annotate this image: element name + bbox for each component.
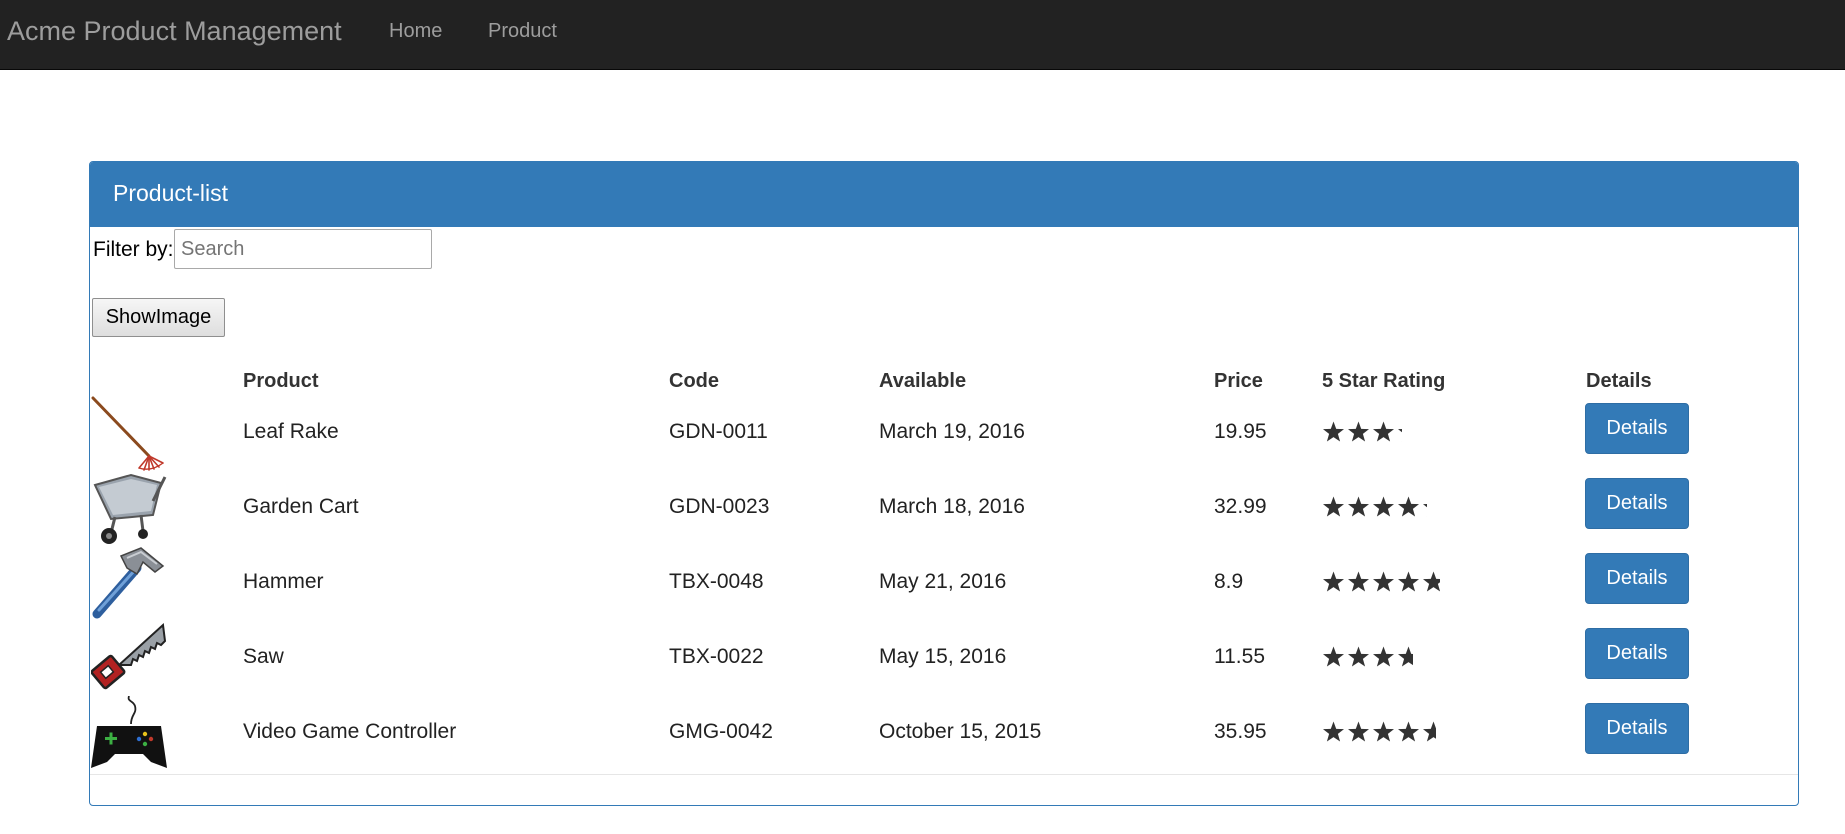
star-icon [1347, 645, 1370, 669]
product-price: 19.95 [1214, 420, 1267, 443]
column-header-available[interactable]: Available [879, 370, 966, 393]
garden-cart-image [93, 473, 167, 544]
star-icon [1397, 570, 1420, 594]
product-available: March 18, 2016 [879, 495, 1025, 518]
product-name: Leaf Rake [243, 420, 339, 443]
details-button[interactable]: Details [1585, 703, 1689, 754]
table-row: Saw TBX-0022 May 15, 2016 11.55 Details [90, 621, 1798, 696]
star-icon [1322, 645, 1345, 669]
product-list-panel: Product-list Filter by: ShowImage Produc… [89, 161, 1799, 806]
details-button[interactable]: Details [1585, 478, 1689, 529]
star-icon [1322, 570, 1345, 594]
nav-product-link[interactable]: Product [488, 20, 557, 43]
star-icon [1347, 420, 1370, 444]
product-name: Hammer [243, 570, 324, 593]
star-icon [1422, 570, 1441, 594]
star-icon [1372, 720, 1395, 744]
star-icon [1347, 495, 1370, 519]
table-row: Garden Cart GDN-0023 March 18, 2016 32.9… [90, 471, 1798, 546]
panel-heading: Product-list [90, 162, 1798, 227]
star-icon [1347, 570, 1370, 594]
product-code: GDN-0011 [669, 420, 768, 443]
filter-search-input[interactable] [174, 229, 432, 269]
table-row: Video Game Controller GMG-0042 October 1… [90, 696, 1798, 771]
product-available: October 15, 2015 [879, 720, 1042, 743]
star-rating [1322, 570, 1441, 596]
star-icon [1372, 570, 1395, 594]
video-game-controller-image [91, 696, 167, 768]
product-available: March 19, 2016 [879, 420, 1025, 443]
product-price: 32.99 [1214, 495, 1267, 518]
star-icon [1372, 645, 1395, 669]
star-icon [1422, 720, 1436, 744]
star-icon [1397, 495, 1420, 519]
details-button[interactable]: Details [1585, 403, 1689, 454]
product-price: 11.55 [1214, 645, 1265, 668]
star-icon [1322, 420, 1345, 444]
column-header-rating[interactable]: 5 Star Rating [1322, 370, 1445, 393]
top-navbar: Acme Product Management Home Product [0, 0, 1845, 70]
star-rating [1322, 645, 1414, 671]
star-icon [1422, 495, 1427, 519]
table-bottom-divider [90, 774, 1798, 775]
hammer-image [92, 547, 165, 619]
product-name: Garden Cart [243, 495, 359, 518]
filter-label: Filter by: [93, 238, 174, 261]
star-rating [1322, 495, 1427, 521]
product-price: 8.9 [1214, 570, 1244, 593]
brand-link[interactable]: Acme Product Management [7, 16, 342, 47]
star-icon [1372, 420, 1395, 444]
details-button[interactable]: Details [1585, 553, 1689, 604]
product-available: May 15, 2016 [879, 645, 1007, 668]
product-code: TBX-0022 [669, 645, 764, 668]
star-icon [1322, 495, 1345, 519]
product-code: TBX-0048 [669, 570, 764, 593]
saw-image [91, 622, 167, 690]
table-row: Hammer TBX-0048 May 21, 2016 8.9 Details [90, 546, 1798, 621]
nav-home-link[interactable]: Home [389, 20, 442, 43]
panel-title: Product-list [113, 180, 229, 206]
show-image-button[interactable]: ShowImage [92, 298, 225, 337]
star-icon [1397, 720, 1420, 744]
product-available: May 21, 2016 [879, 570, 1007, 593]
product-code: GMG-0042 [669, 720, 773, 743]
column-header-product[interactable]: Product [243, 370, 319, 393]
table-row: Leaf Rake GDN-0011 March 19, 2016 19.95 … [90, 396, 1798, 471]
product-name: Video Game Controller [243, 720, 457, 743]
column-header-details: Details [1586, 370, 1652, 392]
details-button[interactable]: Details [1585, 628, 1689, 679]
column-header-code[interactable]: Code [669, 370, 719, 393]
product-code: GDN-0023 [669, 495, 770, 518]
star-rating [1322, 420, 1402, 446]
star-icon [1372, 495, 1395, 519]
star-icon [1347, 720, 1370, 744]
product-name: Saw [243, 645, 284, 668]
star-icon [1397, 645, 1414, 669]
star-icon [1322, 720, 1345, 744]
leaf-rake-image [91, 396, 164, 471]
star-rating [1322, 720, 1436, 746]
column-header-price[interactable]: Price [1214, 370, 1263, 393]
star-icon [1397, 420, 1402, 444]
product-price: 35.95 [1214, 720, 1267, 743]
